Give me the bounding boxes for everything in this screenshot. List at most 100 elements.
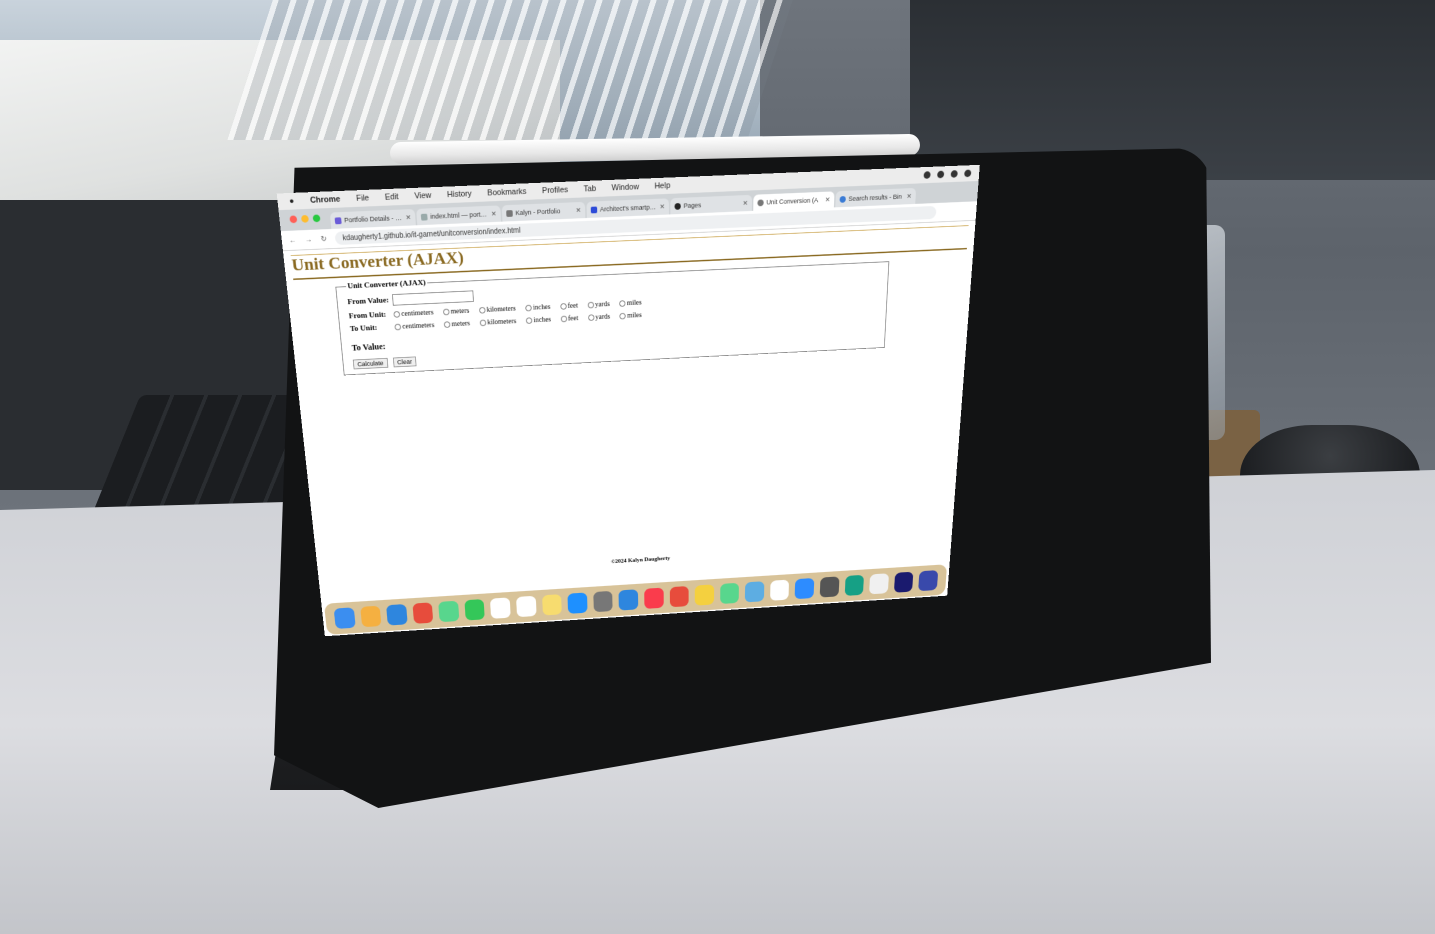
- dock-app-icon[interactable]: [869, 573, 889, 594]
- menu-bookmarks[interactable]: Bookmarks: [487, 187, 527, 198]
- dock-app-icon[interactable]: [644, 588, 663, 609]
- close-tab-icon[interactable]: ✕: [576, 206, 582, 214]
- dock-app-icon[interactable]: [918, 570, 938, 591]
- favicon-icon: [757, 199, 763, 206]
- menu-history[interactable]: History: [447, 189, 472, 199]
- close-tab-icon[interactable]: ✕: [906, 192, 912, 200]
- dock-app-icon[interactable]: [516, 596, 536, 617]
- close-tab-icon[interactable]: ✕: [491, 210, 497, 218]
- dock-app-icon[interactable]: [593, 591, 613, 612]
- dock-app-icon[interactable]: [795, 578, 814, 599]
- status-icon[interactable]: [923, 171, 930, 179]
- to-unit-inches[interactable]: inches: [526, 315, 551, 324]
- dock-app-icon[interactable]: [360, 606, 382, 628]
- menu-edit[interactable]: Edit: [385, 192, 399, 202]
- radio-icon[interactable]: [620, 313, 626, 320]
- to-unit-feet[interactable]: feet: [560, 314, 578, 323]
- radio-icon[interactable]: [619, 300, 625, 307]
- dock-app-icon[interactable]: [720, 583, 739, 604]
- dock-app-icon[interactable]: [844, 575, 864, 596]
- app-menu[interactable]: Chrome: [310, 195, 341, 205]
- dock-app-icon[interactable]: [438, 601, 459, 623]
- calculate-button[interactable]: Calculate: [353, 358, 388, 369]
- from-unit-miles[interactable]: miles: [619, 298, 641, 307]
- to-unit-label: To Unit:: [350, 323, 395, 334]
- dock-app-icon[interactable]: [619, 589, 639, 610]
- menu-file[interactable]: File: [356, 194, 370, 204]
- from-unit-kilometers[interactable]: kilometers: [479, 304, 516, 313]
- radio-icon[interactable]: [587, 301, 593, 308]
- to-unit-meters[interactable]: meters: [444, 319, 471, 328]
- dock-app-icon[interactable]: [464, 599, 485, 620]
- back-icon[interactable]: ←: [289, 236, 297, 244]
- to-unit-miles[interactable]: miles: [620, 311, 642, 320]
- close-window-icon[interactable]: [289, 215, 297, 223]
- dock-app-icon[interactable]: [770, 580, 789, 601]
- radio-icon[interactable]: [480, 319, 487, 326]
- dock-app-icon[interactable]: [386, 604, 407, 626]
- radio-icon[interactable]: [393, 311, 400, 318]
- from-unit-feet[interactable]: feet: [560, 301, 578, 310]
- dock-app-icon[interactable]: [568, 592, 588, 613]
- status-icon[interactable]: [937, 171, 944, 179]
- close-tab-icon[interactable]: ✕: [743, 199, 748, 207]
- from-value-input[interactable]: [392, 290, 474, 305]
- radio-icon[interactable]: [525, 304, 531, 311]
- menu-help[interactable]: Help: [654, 181, 670, 191]
- favicon-icon: [840, 196, 846, 203]
- url-text: kdaugherty1.github.io/it-garnet/unitconv…: [342, 226, 521, 242]
- favicon-icon: [591, 206, 597, 213]
- from-unit-meters[interactable]: meters: [443, 307, 470, 316]
- balcony-railing: [227, 0, 792, 140]
- radio-icon[interactable]: [526, 317, 532, 324]
- radio-icon[interactable]: [588, 314, 594, 321]
- dock-app-icon[interactable]: [490, 597, 511, 618]
- radio-icon[interactable]: [443, 308, 450, 315]
- apple-icon[interactable]: ●: [289, 197, 295, 206]
- zoom-window-icon[interactable]: [313, 214, 321, 222]
- close-tab-icon[interactable]: ✕: [660, 203, 665, 211]
- status-icon[interactable]: [951, 170, 958, 178]
- dock-app-icon[interactable]: [542, 594, 562, 615]
- status-icons: [923, 170, 971, 179]
- radio-icon[interactable]: [479, 307, 486, 314]
- form-legend: Unit Converter (AJAX): [346, 278, 428, 290]
- reload-icon[interactable]: ↻: [320, 235, 327, 243]
- favicon-icon: [421, 213, 428, 220]
- menu-window[interactable]: Window: [612, 182, 640, 192]
- from-unit-yards[interactable]: yards: [587, 300, 610, 309]
- to-unit-centimeters[interactable]: centimeters: [394, 321, 434, 331]
- forward-icon[interactable]: →: [305, 235, 313, 243]
- menu-view[interactable]: View: [414, 191, 432, 201]
- dock-app-icon[interactable]: [334, 607, 356, 629]
- from-unit-inches[interactable]: inches: [525, 303, 550, 312]
- dock-app-icon[interactable]: [894, 572, 914, 593]
- dock-app-icon[interactable]: [820, 576, 840, 597]
- from-unit-label: From Unit:: [348, 310, 394, 321]
- to-unit-yards[interactable]: yards: [588, 313, 610, 322]
- radio-icon[interactable]: [394, 323, 401, 330]
- menu-profiles[interactable]: Profiles: [542, 185, 568, 195]
- close-tab-icon[interactable]: ✕: [825, 196, 830, 204]
- dock-app-icon[interactable]: [745, 581, 764, 602]
- radio-icon[interactable]: [444, 321, 451, 328]
- favicon-icon: [335, 217, 342, 224]
- from-unit-centimeters[interactable]: centimeters: [393, 308, 433, 318]
- menu-tab[interactable]: Tab: [583, 184, 596, 193]
- tablet-screen: ● Chrome File Edit View History Bookmark…: [277, 165, 980, 636]
- favicon-icon: [506, 210, 513, 217]
- to-unit-kilometers[interactable]: kilometers: [479, 317, 516, 326]
- close-tab-icon[interactable]: ✕: [405, 213, 411, 221]
- github-icon: [675, 203, 681, 210]
- dock-app-icon[interactable]: [412, 602, 433, 624]
- radio-icon[interactable]: [560, 315, 566, 322]
- window-controls: [289, 214, 320, 223]
- clear-button[interactable]: Clear: [393, 357, 417, 368]
- minimize-window-icon[interactable]: [301, 215, 309, 223]
- converter-form: Unit Converter (AJAX) From Value: From U…: [335, 257, 889, 375]
- dock-app-icon[interactable]: [695, 584, 714, 605]
- page-content: Unit Converter (AJAX) Unit Converter (AJ…: [283, 221, 976, 625]
- radio-icon[interactable]: [560, 303, 566, 310]
- dock-app-icon[interactable]: [670, 586, 689, 607]
- battery-icon[interactable]: [964, 170, 971, 178]
